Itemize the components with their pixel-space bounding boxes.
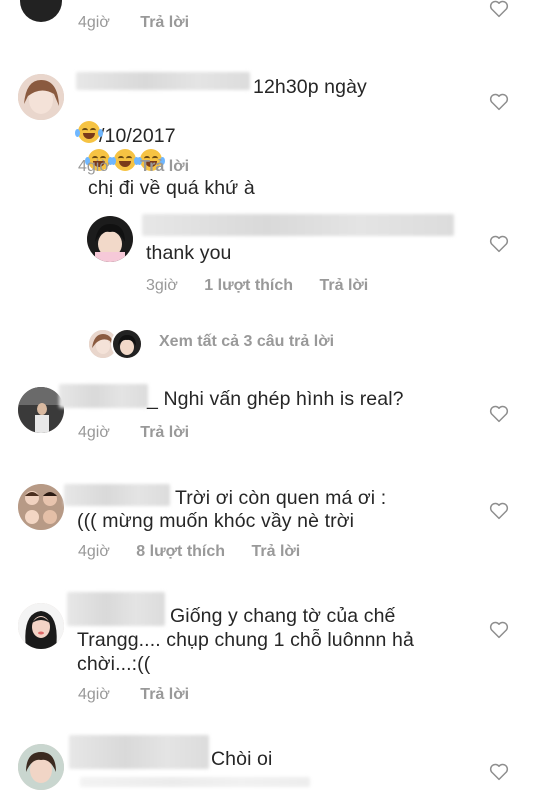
reply-button[interactable]: Trả lời	[252, 543, 301, 561]
comment-time: 4giờ	[78, 543, 110, 560]
reply-button[interactable]: Trả lời	[140, 14, 189, 32]
username-blurred[interactable]	[76, 72, 250, 90]
avatar-photo	[87, 216, 133, 262]
comment-meta: 4giờ Trả lời	[78, 14, 189, 32]
comment-time: 4giờ	[78, 424, 110, 441]
comment-text: Trangg.... chụp chung 1 chỗ luônnn hả	[77, 629, 414, 651]
avatar-photo	[18, 74, 64, 120]
comment-text-rest: chị đi về quá khứ à	[88, 177, 255, 199]
reply-button[interactable]: Trả lời	[140, 158, 189, 176]
comment-text: ((( mừng muốn khóc vầy nè trời	[77, 510, 355, 532]
heart-icon[interactable]	[489, 0, 509, 18]
reply-button[interactable]: Trả lời	[140, 424, 189, 442]
username-blurred[interactable]	[69, 735, 209, 769]
comment-text-emoji-line	[75, 121, 104, 145]
comment-text: _ Nghi vấn ghép hình is real?	[147, 388, 404, 410]
heart-icon[interactable]	[489, 763, 509, 781]
comment-time: 4giờ	[78, 686, 110, 703]
avatar	[111, 328, 143, 360]
username-blurred[interactable]	[67, 592, 165, 626]
comment-meta: 4giờ Trả lời	[78, 424, 189, 442]
comment-text: Chòi oi	[211, 748, 273, 770]
comment-text: thank you	[146, 242, 232, 264]
avatar[interactable]	[18, 387, 64, 433]
comment-text: 7/10/2017 chị đi về quá khứ à	[77, 97, 255, 201]
likes-count[interactable]: 8 lượt thích	[136, 543, 225, 561]
avatar[interactable]	[18, 484, 64, 530]
comment-time: 4giờ	[78, 158, 110, 175]
avatar[interactable]	[18, 603, 64, 649]
username-blurred[interactable]	[64, 484, 170, 506]
avatar-photo	[18, 744, 64, 790]
avatar[interactable]	[20, 0, 62, 22]
comment-time: 4giờ	[78, 14, 110, 31]
heart-icon[interactable]	[489, 621, 509, 639]
comment-text-blurred	[80, 777, 310, 787]
heart-icon[interactable]	[489, 405, 509, 423]
username-blurred[interactable]	[142, 214, 454, 236]
comment-text: 12h30p ngày	[253, 76, 367, 98]
comment-text: chời...:((	[77, 653, 151, 675]
heart-icon[interactable]	[489, 93, 509, 111]
avatar-photo	[18, 387, 64, 433]
avatar[interactable]	[87, 216, 133, 262]
reply-button[interactable]: Trả lời	[140, 686, 189, 704]
reply-button[interactable]: Trả lời	[320, 277, 369, 295]
laughing-emoji-icon	[75, 121, 103, 143]
likes-count[interactable]: 1 lượt thích	[204, 277, 293, 295]
avatar-photo	[18, 484, 64, 530]
comment-time: 3giờ	[146, 277, 178, 294]
username-blurred[interactable]	[59, 384, 148, 408]
comment-meta: 4giờ Trả lời	[78, 686, 189, 704]
heart-icon[interactable]	[489, 235, 509, 253]
avatar[interactable]	[18, 74, 64, 120]
comment-meta: 3giờ 1 lượt thích Trả lời	[146, 277, 368, 295]
view-all-replies-link[interactable]: Xem tất cả 3 câu trả lời	[159, 333, 334, 351]
heart-icon[interactable]	[489, 502, 509, 520]
comment-text: Giống y chang tờ của chế	[170, 605, 396, 627]
avatar[interactable]	[18, 744, 64, 790]
avatar-photo	[18, 603, 64, 649]
comment-meta: 4giờ Trả lời	[78, 158, 189, 176]
comment-meta: 4giờ 8 lượt thích Trả lời	[78, 543, 300, 561]
